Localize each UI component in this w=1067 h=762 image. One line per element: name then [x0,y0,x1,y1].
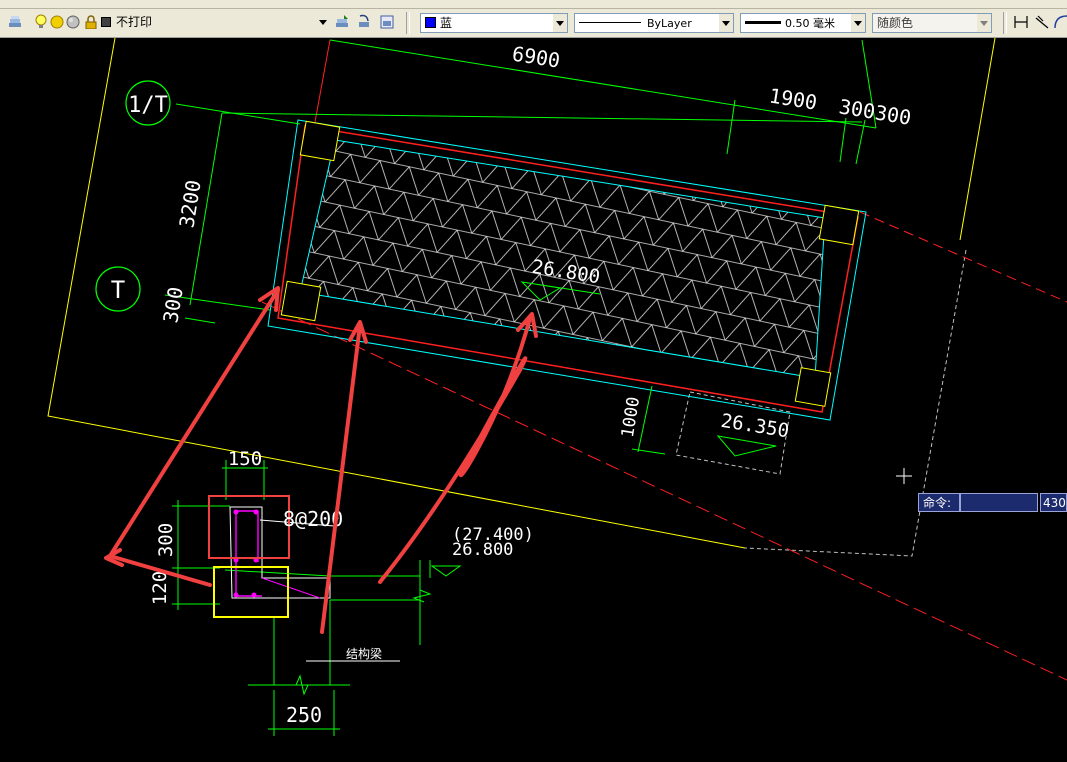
beam-label: 结构梁 [346,646,382,661]
elevation-26350: 26.350 [719,410,790,442]
column-tr [818,204,860,246]
color-swatch-icon [425,17,436,28]
dim-300-b: 300 [873,100,912,129]
lineweight-preview-line [745,21,781,24]
layer-on-bulb-icon[interactable] [34,13,48,31]
plotstyle-value: 随颜色 [877,16,914,30]
chevron-down-icon[interactable] [719,14,733,32]
linetype-preview-line [579,22,641,23]
layer-name: 不打印 [116,15,153,29]
chevron-down-icon[interactable] [977,14,991,32]
dim-250: 250 [286,703,322,727]
dim-120: 120 [149,571,171,605]
dim-1000: 1000 [618,395,644,439]
command-input[interactable] [960,493,1038,512]
lineweight-value: 0.50 毫米 [785,17,835,30]
layer-color-swatch [100,13,112,31]
aligned-dimension-icon[interactable] [1033,13,1051,31]
elevation-mark-26350: 26.350 [716,410,791,457]
red-vertical-line [314,39,331,123]
arrow-1 [108,288,280,558]
yellow-highlight-box [213,566,289,618]
arc-dimension-icon[interactable] [1053,13,1067,31]
section-detail: 150 300 120 250 8@200 (27.400) 26.800 结构… [149,448,534,736]
layer-states-icon[interactable] [378,13,396,31]
dim-300-d: 300 [155,523,177,557]
linear-dimension-icon[interactable] [1012,13,1030,31]
command-line[interactable]: 命令: 430 [918,493,1067,512]
properties-toolbar: 不打印 蓝 ByLayer 0.50 毫米 随颜色 [0,9,1067,38]
linetype-dropdown[interactable]: ByLayer [574,13,734,33]
dim-6900: 6900 [510,41,561,72]
layer-thaw-sun-icon[interactable] [50,13,64,31]
chevron-down-icon[interactable] [316,13,330,31]
top-toolbar-strip [0,0,1067,9]
drawing-canvas[interactable]: 1/T T 6900 1900 300 300 3200 300 1000 26… [0,38,1067,762]
dim-3200: 3200 [174,178,205,229]
command-counter: 430 [1040,493,1067,512]
layer-viewport-freeze-icon[interactable] [66,13,80,31]
arrow-2 [320,323,362,634]
red-dashed-line-2 [859,211,1067,303]
layer-lock-icon[interactable] [84,13,98,31]
color-value: 蓝 [440,16,453,30]
axis-bubble-t: T [95,266,141,312]
lineweight-dropdown[interactable]: 0.50 毫米 [740,13,866,33]
column-tl [299,120,341,162]
slab-hatch-fill [299,139,826,379]
layer-previous-icon[interactable] [355,13,373,31]
axis-label-t: T [111,276,125,304]
linetype-value: ByLayer [647,17,692,30]
column-br [794,367,832,407]
chevron-down-icon[interactable] [851,14,865,32]
crosshair-cursor [896,468,912,484]
column-bl [280,280,322,322]
dim-150: 150 [228,448,262,470]
layer-dropdown[interactable]: 不打印 [112,13,330,33]
yellow-outline-right [959,38,996,241]
color-dropdown[interactable]: 蓝 [420,13,568,33]
elevation-26800-b: 26.800 [452,540,513,560]
axis-bubble-1t: 1/T [125,80,171,126]
red-highlight-box [208,495,290,559]
chevron-down-icon[interactable] [553,14,567,32]
layer-manager-icon[interactable] [6,13,24,31]
make-layer-current-icon[interactable] [333,13,351,31]
axis-label-1t: 1/T [128,93,168,118]
plotstyle-dropdown[interactable]: 随颜色 [872,13,992,33]
dim-300-c: 300 [158,285,187,324]
red-dashed-line [261,301,1067,681]
dim-1900: 1900 [767,83,818,114]
dim-300-a: 300 [837,94,876,123]
command-label: 命令: [918,493,960,512]
